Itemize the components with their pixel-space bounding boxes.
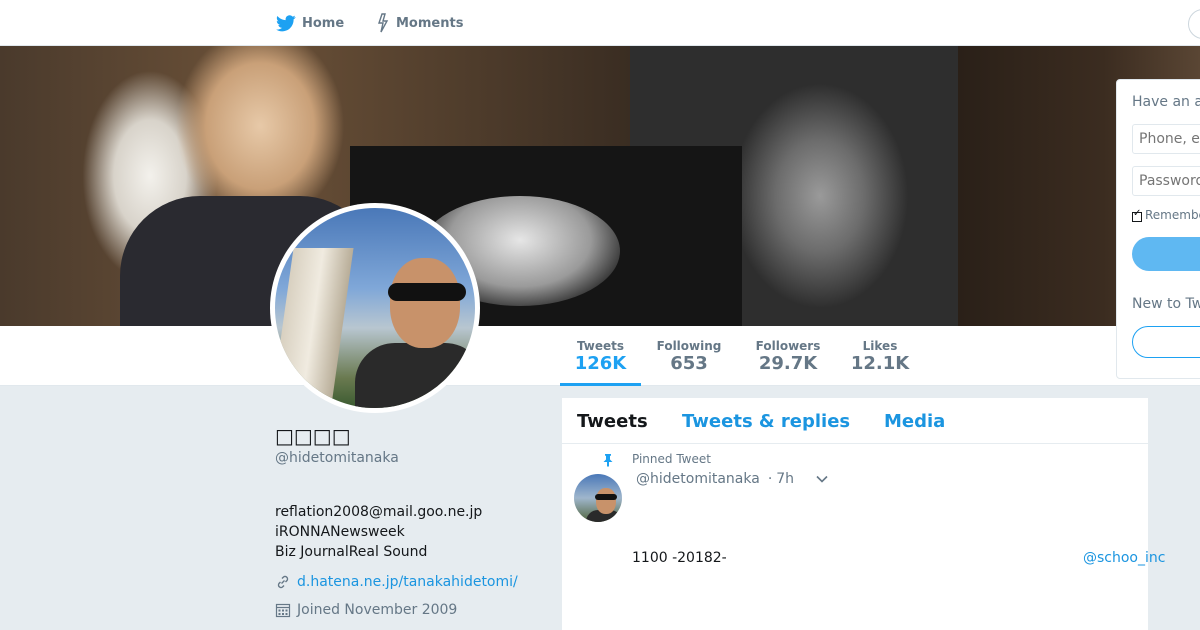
remember-me-label: Remember me xyxy=(1145,208,1200,222)
tab-tweets[interactable]: Tweets xyxy=(577,411,648,432)
signup-button[interactable] xyxy=(1132,326,1200,358)
profile-website: d.hatena.ne.jp/tanakahidetomi/ xyxy=(275,574,518,590)
profile-nav-strip: Tweets 126K Following 653 Followers 29.7… xyxy=(0,326,1200,386)
tab-tweets-and-replies[interactable]: Tweets & replies xyxy=(682,411,850,432)
bio-line: Biz JournalReal Sound xyxy=(275,544,428,560)
pinned-label: Pinned Tweet xyxy=(632,452,711,466)
login-card: Have an account? Remember me New to Twit… xyxy=(1116,79,1200,379)
timeline-tabs: Tweets Tweets & replies Media xyxy=(562,398,1148,444)
login-title: Have an account? xyxy=(1132,94,1200,110)
pin-icon xyxy=(602,453,614,467)
timeline: Tweets Tweets & replies Media Pinned Twe… xyxy=(561,397,1165,630)
remember-me-checkbox[interactable] xyxy=(1132,208,1142,222)
tweet-avatar-sunglasses xyxy=(595,494,617,500)
nav-moments[interactable]: Moments xyxy=(376,0,463,46)
bio-line: iRONNANewsweek xyxy=(275,524,405,540)
stat-value: 126K xyxy=(574,353,627,374)
stat-following[interactable]: Following 653 xyxy=(650,326,728,386)
login-username-input[interactable] xyxy=(1132,124,1200,154)
login-password-input[interactable] xyxy=(1132,166,1200,196)
calendar-icon xyxy=(275,602,293,618)
profile-display-name[interactable]: □□□□ xyxy=(275,424,351,448)
tweet-timestamp[interactable]: 7h xyxy=(776,471,794,487)
account-avatar-button[interactable] xyxy=(1188,9,1200,39)
nav-home[interactable]: Home xyxy=(276,0,344,46)
pinned-tweet-context: Pinned Tweet xyxy=(603,452,711,467)
remember-me[interactable]: Remember me xyxy=(1132,208,1200,222)
lightning-icon xyxy=(376,13,390,33)
stat-likes[interactable]: Likes 12.1K xyxy=(846,326,914,386)
stat-label: Followers xyxy=(755,339,821,353)
new-to-twitter-label: New to Twitter? xyxy=(1132,296,1200,312)
stat-tweets[interactable]: Tweets 126K xyxy=(560,326,641,386)
avatar-stone-sculpture xyxy=(275,248,354,398)
tweet-avatar[interactable] xyxy=(574,474,622,522)
avatar-sunglasses xyxy=(388,283,466,301)
link-icon xyxy=(275,574,293,590)
profile-website-link[interactable]: d.hatena.ne.jp/tanakahidetomi/ xyxy=(297,574,518,590)
tweet-avatar-face xyxy=(596,488,616,514)
stat-label: Likes xyxy=(862,339,898,353)
login-button[interactable] xyxy=(1132,237,1200,271)
stat-value: 12.1K xyxy=(850,353,910,374)
tweet-header: @hidetomitanaka · 7h xyxy=(636,471,794,487)
profile-joined-text: Joined November 2009 xyxy=(297,602,458,618)
stat-label: Following xyxy=(656,339,722,353)
nav-moments-label: Moments xyxy=(396,15,464,31)
stat-value: 29.7K xyxy=(758,353,818,374)
stat-label: Tweets xyxy=(576,339,625,353)
avatar-body xyxy=(355,343,475,408)
profile-handle[interactable]: @hidetomitanaka xyxy=(275,450,399,466)
profile-avatar[interactable] xyxy=(270,203,480,413)
tweet-mention-link[interactable]: @schoo_inc xyxy=(1083,550,1165,566)
profile-banner xyxy=(0,46,1200,326)
avatar-photo xyxy=(275,208,475,408)
profile-bio: reflation2008@mail.goo.ne.jp iRONNANewsw… xyxy=(275,502,482,562)
profile-joined: Joined November 2009 xyxy=(275,602,457,618)
nav-home-label: Home xyxy=(302,15,345,31)
tweet-handle[interactable]: @hidetomitanaka xyxy=(636,471,760,487)
bio-line: reflation2008@mail.goo.ne.jp xyxy=(275,504,483,520)
tab-media[interactable]: Media xyxy=(884,411,945,432)
stat-followers[interactable]: Followers 29.7K xyxy=(748,326,828,386)
tweet-text: 1100 -20182- xyxy=(632,550,727,566)
avatar-face xyxy=(390,258,460,348)
twitter-bird-icon xyxy=(276,14,296,32)
tweet-separator: · xyxy=(767,471,773,487)
top-navigation: Home Moments xyxy=(0,0,1200,46)
chevron-down-icon[interactable] xyxy=(815,474,829,484)
stat-value: 653 xyxy=(670,353,708,374)
